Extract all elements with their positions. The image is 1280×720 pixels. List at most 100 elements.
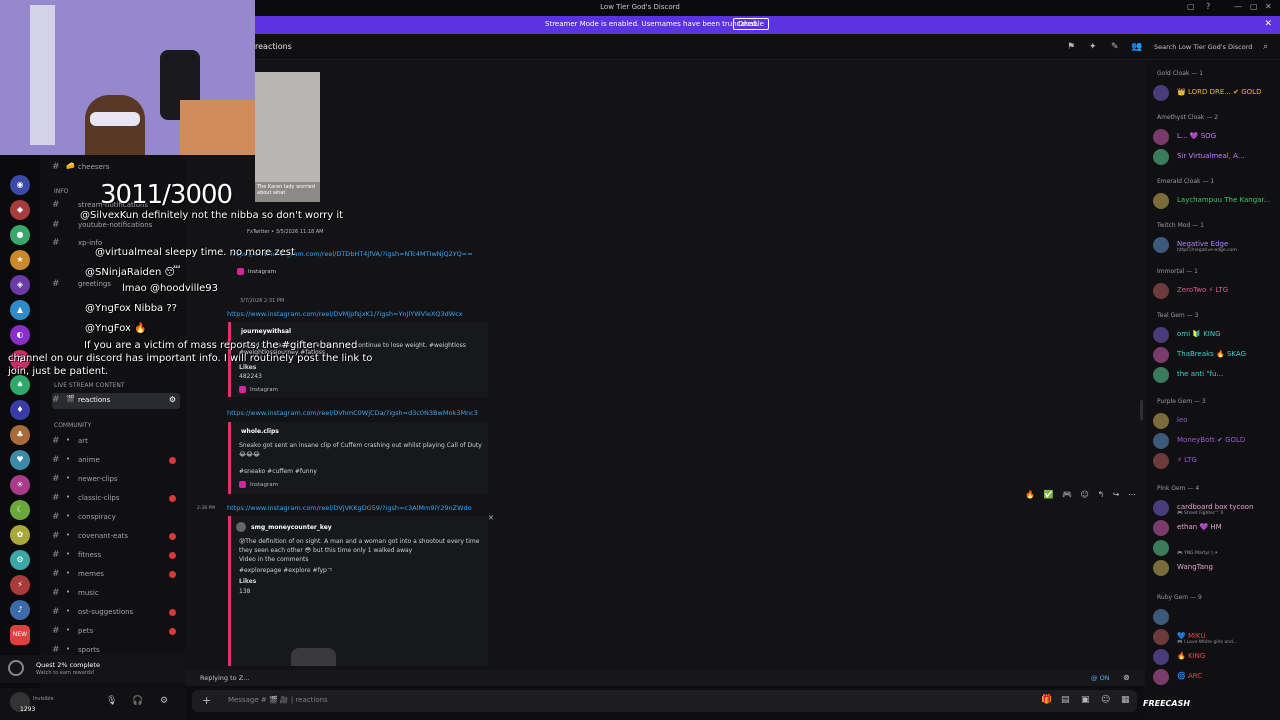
- member-item[interactable]: Laychampuu The Kangar...: [1153, 192, 1277, 210]
- member-item[interactable]: ThaBreaks 🔥 SKAG: [1153, 346, 1277, 364]
- message-link[interactable]: https://www.instagram.com/reel/DVhmC0WjC…: [227, 409, 478, 417]
- remove-embed-icon[interactable]: ✕: [488, 514, 494, 522]
- server-icon[interactable]: ♥: [10, 450, 30, 470]
- reaction-icon[interactable]: 🔥: [1025, 490, 1035, 499]
- add-reaction-icon[interactable]: ☺: [1081, 490, 1089, 499]
- close-window-button[interactable]: ✕: [1265, 2, 1272, 11]
- notifications-icon[interactable]: ✦: [1089, 42, 1097, 52]
- server-icon[interactable]: ⚙: [10, 550, 30, 570]
- member-item[interactable]: omi 🔰 KING: [1153, 326, 1277, 344]
- member-item[interactable]: 🔥 KING: [1153, 648, 1277, 666]
- channel-item-memes[interactable]: # • memes: [52, 567, 180, 583]
- new-server-badge[interactable]: NEW: [10, 625, 30, 645]
- message-composer[interactable]: + Message # 🎬 🎥 | reactions 🎁 ▤ ▣ ☺ ▦: [192, 690, 1137, 712]
- avatar: [1153, 283, 1169, 299]
- disable-streamer-mode-button[interactable]: Disable: [733, 18, 769, 30]
- member-name: ThaBreaks 🔥 SKAG: [1177, 350, 1246, 358]
- member-item[interactable]: ⚡ LTG: [1153, 452, 1277, 470]
- member-item[interactable]: Negative Edge https://negative-edge.com: [1153, 236, 1277, 254]
- member-item[interactable]: cardboard box tycoon 🎮 Street Fighter™ 6: [1153, 499, 1277, 517]
- message-input[interactable]: Message # 🎬 🎥 | reactions: [228, 696, 328, 704]
- role-header: Amethyst Cloak — 2: [1157, 114, 1219, 121]
- mention-toggle[interactable]: @ ON: [1091, 674, 1110, 682]
- help-icon[interactable]: ?: [1206, 2, 1210, 11]
- attach-plus-icon[interactable]: +: [202, 694, 211, 707]
- video-thumbnail[interactable]: [291, 648, 336, 666]
- channel-item-anime[interactable]: # • anime: [52, 453, 180, 469]
- member-activity: 🎮 I Love White girls and...: [1177, 640, 1238, 645]
- channel-item-newer-clips[interactable]: # • newer-clips: [52, 472, 180, 488]
- close-banner-icon[interactable]: ✕: [1264, 19, 1272, 29]
- channel-label: classic-clips: [78, 494, 120, 502]
- member-item[interactable]: Sir Virtualmeal, A...: [1153, 148, 1277, 166]
- gif-icon[interactable]: ▤: [1061, 695, 1070, 705]
- server-icon[interactable]: ☀: [10, 475, 30, 495]
- member-name: ethan 💜 HM: [1177, 523, 1222, 531]
- member-item[interactable]: 🎮 YNG Martyr | ✈: [1153, 539, 1277, 557]
- server-icon[interactable]: ♣: [10, 425, 30, 445]
- member-item[interactable]: ZeroTwo ⚡ LTG: [1153, 282, 1277, 300]
- channel-item-art[interactable]: # • art: [52, 434, 180, 450]
- channel-item-ost-suggestions[interactable]: # • ost-suggestions: [52, 605, 180, 621]
- server-icon[interactable]: ✿: [10, 525, 30, 545]
- scrollbar[interactable]: [1140, 400, 1143, 420]
- member-list-icon[interactable]: 👥: [1131, 42, 1142, 52]
- member-item[interactable]: WangTang: [1153, 559, 1277, 577]
- settings-icon[interactable]: ⚙: [169, 395, 176, 404]
- reply-icon[interactable]: ↰: [1097, 490, 1104, 499]
- member-item[interactable]: MoneyBott ✔ GOLD: [1153, 432, 1277, 450]
- cancel-reply-icon[interactable]: ⊗: [1123, 673, 1130, 682]
- category-community[interactable]: COMMUNITY: [54, 422, 91, 429]
- server-icon[interactable]: ♪: [10, 600, 30, 620]
- microphone-icon[interactable]: 🎙: [106, 696, 117, 706]
- apps-icon[interactable]: ▦: [1121, 695, 1130, 705]
- embed-author[interactable]: whole.clips: [241, 428, 279, 435]
- channel-label: memes: [78, 570, 104, 578]
- forward-icon[interactable]: ↪: [1113, 490, 1120, 499]
- member-item[interactable]: [1153, 608, 1277, 626]
- channel-item-fitness[interactable]: # • fitness: [52, 548, 180, 564]
- hash-icon: #: [52, 436, 60, 446]
- member-item[interactable]: ethan 💜 HM: [1153, 519, 1277, 537]
- hash-icon: #: [52, 512, 60, 522]
- member-item[interactable]: 👑 LORD DRE... ✔ GOLD: [1153, 84, 1277, 102]
- reaction-icon[interactable]: 🎮: [1062, 490, 1072, 499]
- server-icon[interactable]: ⚡: [10, 575, 30, 595]
- gift-icon[interactable]: 🎁: [1041, 695, 1052, 705]
- server-icon[interactable]: ☾: [10, 500, 30, 520]
- member-item[interactable]: L... 💜 SOG: [1153, 128, 1277, 146]
- channel-item-music[interactable]: # • music: [52, 586, 180, 602]
- inbox-icon[interactable]: ▢: [1187, 2, 1195, 11]
- avatar: [1153, 669, 1169, 685]
- pinned-icon[interactable]: ✎: [1111, 42, 1119, 52]
- channel-item-reactions[interactable]: # 🎬 reactions ⚙: [52, 393, 180, 409]
- channel-header: reactions ⚑ ✦ ✎ 👥 Search Low Tier God's …: [255, 34, 1280, 60]
- message-link[interactable]: https://www.instagram.com/reel/DVjVKKgDG…: [227, 504, 472, 512]
- embed-author[interactable]: smg_moneycounter_key: [251, 524, 332, 531]
- quest-title: Quest 2% complete: [36, 661, 100, 669]
- channel-item-pets[interactable]: # • pets: [52, 624, 180, 640]
- server-icon[interactable]: ♦: [10, 400, 30, 420]
- avatar: [1153, 649, 1169, 665]
- emoji-icon[interactable]: ☺: [1101, 695, 1110, 705]
- member-item[interactable]: leo: [1153, 412, 1277, 430]
- check-icon[interactable]: ✅: [1044, 490, 1054, 499]
- channel-item-covenant-eats[interactable]: # • covenant-eats: [52, 529, 180, 545]
- maximize-button[interactable]: ▢: [1250, 2, 1258, 11]
- search-icon[interactable]: ⌕: [1263, 42, 1268, 52]
- channel-label: conspiracy: [78, 513, 116, 521]
- headphones-icon[interactable]: 🎧: [132, 696, 143, 706]
- search-input[interactable]: Search Low Tier God's Discord: [1150, 40, 1270, 54]
- minimize-button[interactable]: —: [1234, 2, 1242, 11]
- member-item[interactable]: the anti "fu...: [1153, 366, 1277, 384]
- more-icon[interactable]: ⋯: [1128, 490, 1136, 499]
- channel-item-classic-clips[interactable]: # • classic-clips: [52, 491, 180, 507]
- member-item[interactable]: 💙 MIKU 🎮 I Love White girls and...: [1153, 628, 1277, 646]
- sticker-icon[interactable]: ▣: [1081, 695, 1090, 705]
- member-item[interactable]: 🌀 ARC: [1153, 668, 1277, 686]
- gear-icon[interactable]: ⚙: [160, 696, 168, 706]
- embed-description: Sneako got sent an insane clip of Cuffem…: [239, 442, 482, 449]
- quest-progress[interactable]: Quest 2% complete Watch to earn rewards!: [0, 655, 185, 683]
- channel-item-conspiracy[interactable]: # • conspiracy: [52, 510, 180, 526]
- threads-icon[interactable]: ⚑: [1067, 42, 1075, 52]
